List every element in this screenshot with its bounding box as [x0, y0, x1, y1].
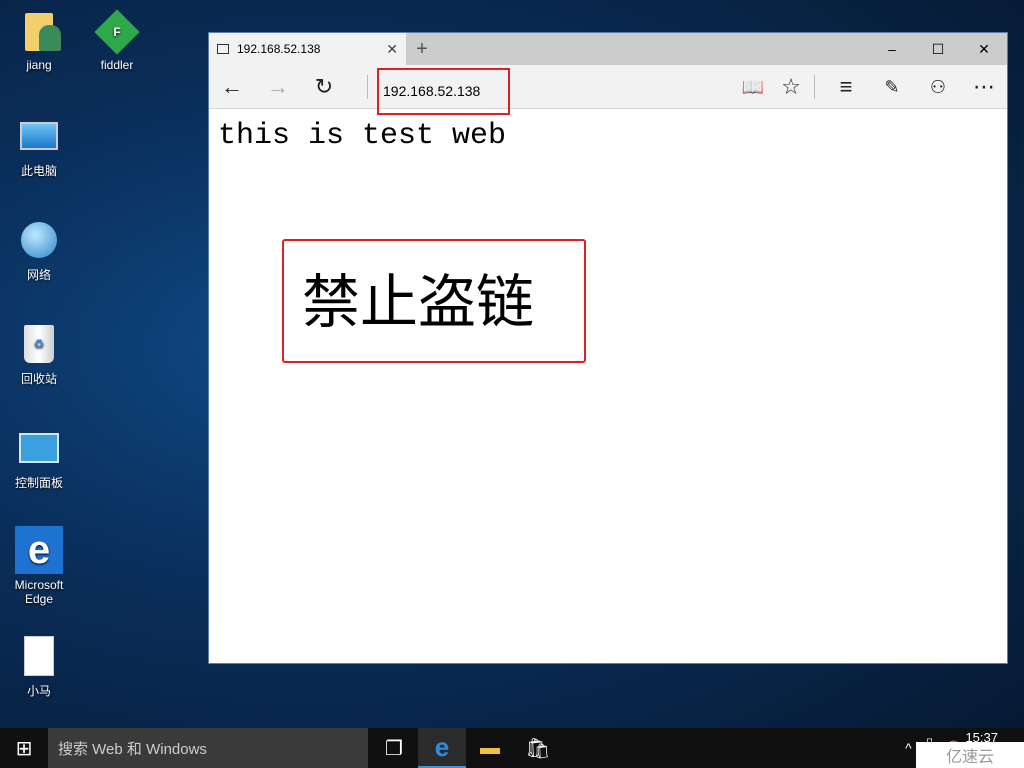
fiddler-icon: F: [94, 9, 140, 55]
edge-icon: e: [15, 526, 63, 574]
icon-label: 网络: [26, 268, 51, 282]
page-content: this is test web 禁止盗链: [209, 109, 1007, 664]
task-view-icon[interactable]: ❐: [370, 728, 418, 768]
hub-icon[interactable]: ≡: [823, 65, 869, 109]
icon-label: 此电脑: [20, 164, 57, 178]
divider: [367, 74, 368, 99]
control-panel-icon: [17, 426, 61, 470]
maximize-button[interactable]: ☐: [915, 33, 961, 65]
store-icon[interactable]: 🛍: [514, 728, 562, 768]
desktop-icon-fiddler[interactable]: Ffiddler: [78, 9, 156, 72]
page-heading: this is test web: [218, 119, 507, 153]
desktop-icon-recycle-bin[interactable]: ♻ 回收站: [0, 322, 78, 387]
hotlink-notice: 禁止盗链: [282, 239, 586, 363]
desktop-icon-jiang[interactable]: jiang: [0, 10, 78, 72]
icon-label: fiddler: [100, 58, 134, 72]
desktop-icon-network[interactable]: 网络: [0, 218, 78, 283]
icon-label: jiang: [26, 58, 52, 72]
watermark-logo: 亿速云: [916, 742, 1024, 768]
watermark-text: 亿速云: [945, 749, 994, 766]
file-explorer-icon[interactable]: ▬: [466, 728, 514, 768]
desktop-icon-control-panel[interactable]: 控制面板: [0, 426, 78, 491]
minimize-button[interactable]: –: [869, 33, 915, 65]
favorite-star-icon[interactable]: ☆: [776, 65, 806, 109]
navigation-toolbar: ← → ↻ 192.168.52.138 📖 ☆ ≡ ✎ ⚇ ⋯: [209, 65, 1007, 115]
start-button[interactable]: ⊞: [0, 728, 48, 768]
back-button[interactable]: ←: [209, 65, 255, 109]
browser-tab[interactable]: 192.168.52.138 ✕: [209, 33, 406, 65]
browser-window: 192.168.52.138 ✕ + – ☐ ✕ ← → ↻ 192.168.5…: [208, 32, 1008, 664]
taskbar: ⊞ 搜索 Web 和 Windows ❐ e ▬ 🛍 ^ 🖧 🔇 ▤ 15:37…: [0, 728, 1024, 768]
divider: [814, 75, 815, 99]
icon-label: 小马: [26, 684, 51, 698]
icon-label: Microsoft Edge: [14, 578, 64, 606]
network-icon: [17, 218, 61, 262]
close-window-button[interactable]: ✕: [961, 33, 1007, 65]
desktop-icon-xiaoma[interactable]: 小马: [0, 634, 78, 699]
desktop-icon-edge[interactable]: e Microsoft Edge: [0, 526, 78, 606]
forward-button[interactable]: →: [255, 65, 301, 109]
desktop-icon-this-pc[interactable]: 此电脑: [0, 114, 78, 179]
address-bar[interactable]: 192.168.52.138: [377, 68, 510, 115]
tab-title: 192.168.52.138: [237, 42, 321, 56]
computer-icon: [17, 114, 61, 158]
user-folder-icon: [17, 10, 61, 54]
more-icon[interactable]: ⋯: [961, 65, 1007, 109]
share-icon[interactable]: ⚇: [915, 65, 961, 109]
close-tab-icon[interactable]: ✕: [386, 41, 398, 58]
web-note-icon[interactable]: ✎: [869, 65, 915, 109]
refresh-button[interactable]: ↻: [301, 65, 347, 109]
tab-bar: 192.168.52.138 ✕ + – ☐ ✕: [209, 33, 1007, 65]
search-box[interactable]: 搜索 Web 和 Windows: [48, 728, 368, 768]
page-icon: [217, 44, 229, 54]
new-tab-button[interactable]: +: [406, 33, 438, 65]
recycle-bin-icon: ♻: [17, 322, 61, 366]
file-icon: [17, 634, 61, 678]
reading-view-icon[interactable]: 📖: [730, 65, 776, 109]
show-hidden-icons[interactable]: ^: [905, 740, 912, 756]
icon-label: 控制面板: [14, 476, 63, 490]
icon-label: 回收站: [20, 372, 57, 386]
edge-taskbar-icon[interactable]: e: [418, 728, 466, 768]
